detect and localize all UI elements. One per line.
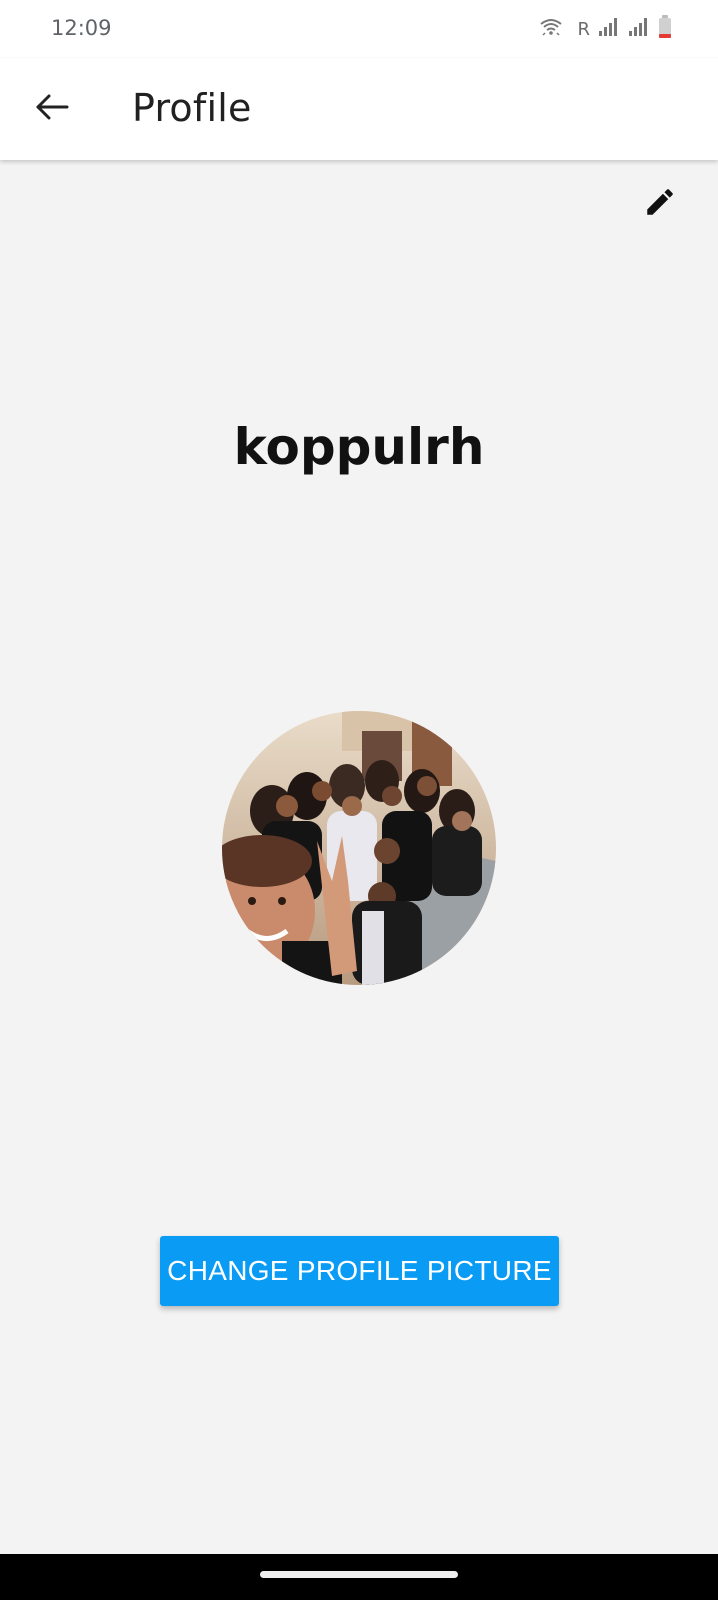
signal-icon (598, 17, 620, 42)
status-time: 12:09 (51, 16, 112, 40)
arrow-back-icon (35, 93, 69, 126)
app-bar: Profile (0, 58, 718, 160)
signal-icon (628, 17, 650, 42)
system-nav-bar (0, 1554, 718, 1600)
status-icons: R (539, 14, 672, 44)
page-title: Profile (132, 86, 252, 130)
pencil-icon (643, 185, 677, 224)
battery-low-icon (658, 14, 672, 44)
username: koppulrh (233, 418, 485, 476)
home-indicator[interactable] (260, 1571, 458, 1578)
roaming-label: R (577, 18, 590, 40)
status-bar: 12:09 R (0, 0, 718, 58)
avatar (222, 711, 496, 985)
avatar-photo (222, 711, 496, 985)
profile-content: koppulrh CHANGE PROFILE PICTURE (0, 160, 718, 1554)
change-profile-picture-button[interactable]: CHANGE PROFILE PICTURE (160, 1236, 559, 1306)
edit-profile-button[interactable] (636, 180, 684, 228)
back-button[interactable] (26, 83, 78, 135)
wifi-icon (539, 17, 563, 42)
